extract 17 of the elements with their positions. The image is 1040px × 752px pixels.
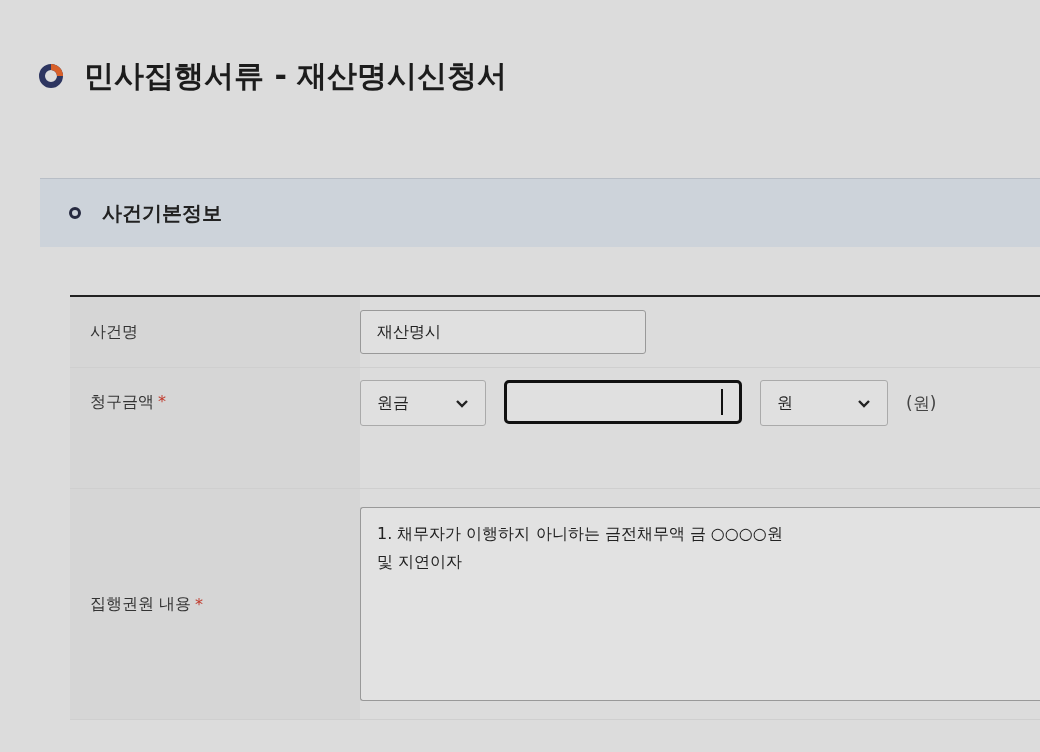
field-label: 청구금액 [90, 392, 154, 413]
chevron-icon [455, 398, 469, 408]
required-mark: * [195, 594, 204, 614]
amount-type-select[interactable]: 원금 [360, 380, 486, 426]
text-area[interactable]: 1. 채무자가 이행하지 아니하는 금전채무액 금 ○○○○원 및 지연이자 [360, 507, 1040, 701]
field-label: 사건명 [90, 321, 138, 343]
field-label: 집행권원 내용 [90, 593, 192, 615]
ring-icon [68, 206, 82, 220]
page-title: 민사집행서류 - 재산명시신청서 [84, 56, 508, 95]
unit-select[interactable]: 원 [760, 380, 888, 426]
amount-field[interactable] [504, 380, 742, 424]
ring-icon [38, 63, 64, 89]
unit-note: (원) [906, 392, 937, 415]
section-title: 사건기본정보 [102, 199, 222, 227]
case-name-field[interactable]: 재산명시 [360, 310, 646, 354]
required-mark: * [158, 392, 166, 411]
chevron-icon [857, 398, 871, 408]
